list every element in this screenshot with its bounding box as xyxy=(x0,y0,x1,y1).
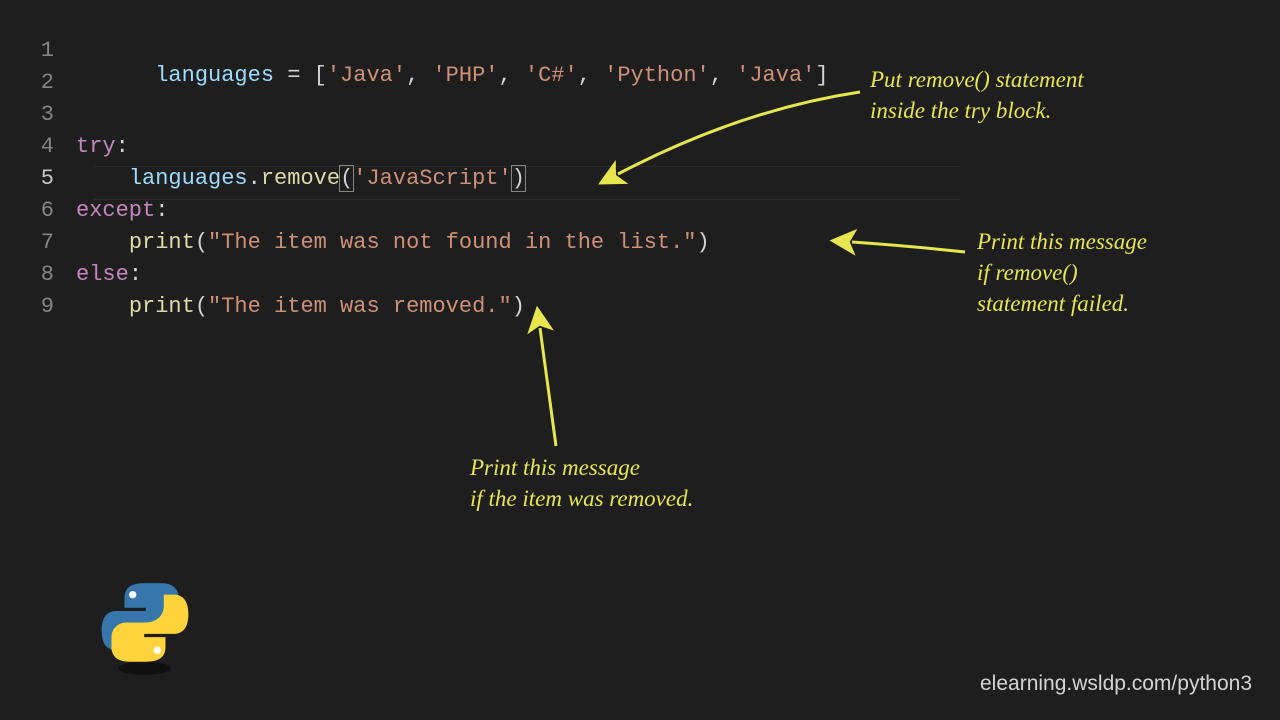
code-editor: 1 languages = ['Java', 'PHP', 'C#', 'Pyt… xyxy=(20,38,1260,326)
token-keyword: except xyxy=(76,198,155,223)
line-number: 3 xyxy=(20,102,76,127)
code-line: 1 languages = ['Java', 'PHP', 'C#', 'Pyt… xyxy=(20,38,1260,70)
token-variable: languages xyxy=(155,63,274,88)
matched-bracket: ) xyxy=(512,166,525,191)
line-number: 6 xyxy=(20,198,76,223)
python-logo-icon xyxy=(100,579,190,684)
matched-bracket: ( xyxy=(340,166,353,191)
line-number: 2 xyxy=(20,70,76,95)
token-function: remove xyxy=(261,166,340,191)
token-keyword: else xyxy=(76,262,129,287)
token-keyword: try xyxy=(76,134,116,159)
line-number: 5 xyxy=(20,166,76,191)
token-function: print xyxy=(129,230,195,255)
code-line: 4 try: xyxy=(20,134,1260,166)
line-number: 9 xyxy=(20,294,76,319)
code-line: 5 languages.remove('JavaScript') xyxy=(20,166,1260,198)
line-number: 7 xyxy=(20,230,76,255)
annotation-else-block: Print this message if the item was remov… xyxy=(470,452,693,514)
code-line: 6 except: xyxy=(20,198,1260,230)
token-function: print xyxy=(129,294,195,319)
line-number: 1 xyxy=(20,38,76,63)
line-number: 8 xyxy=(20,262,76,287)
credit-text: elearning.wsldp.com/python3 xyxy=(980,672,1252,696)
token-variable: languages xyxy=(129,166,248,191)
code-line: 7 print("The item was not found in the l… xyxy=(20,230,1260,262)
line-number: 4 xyxy=(20,134,76,159)
code-line: 9 print("The item was removed.") xyxy=(20,294,1260,326)
code-line: 8 else: xyxy=(20,262,1260,294)
